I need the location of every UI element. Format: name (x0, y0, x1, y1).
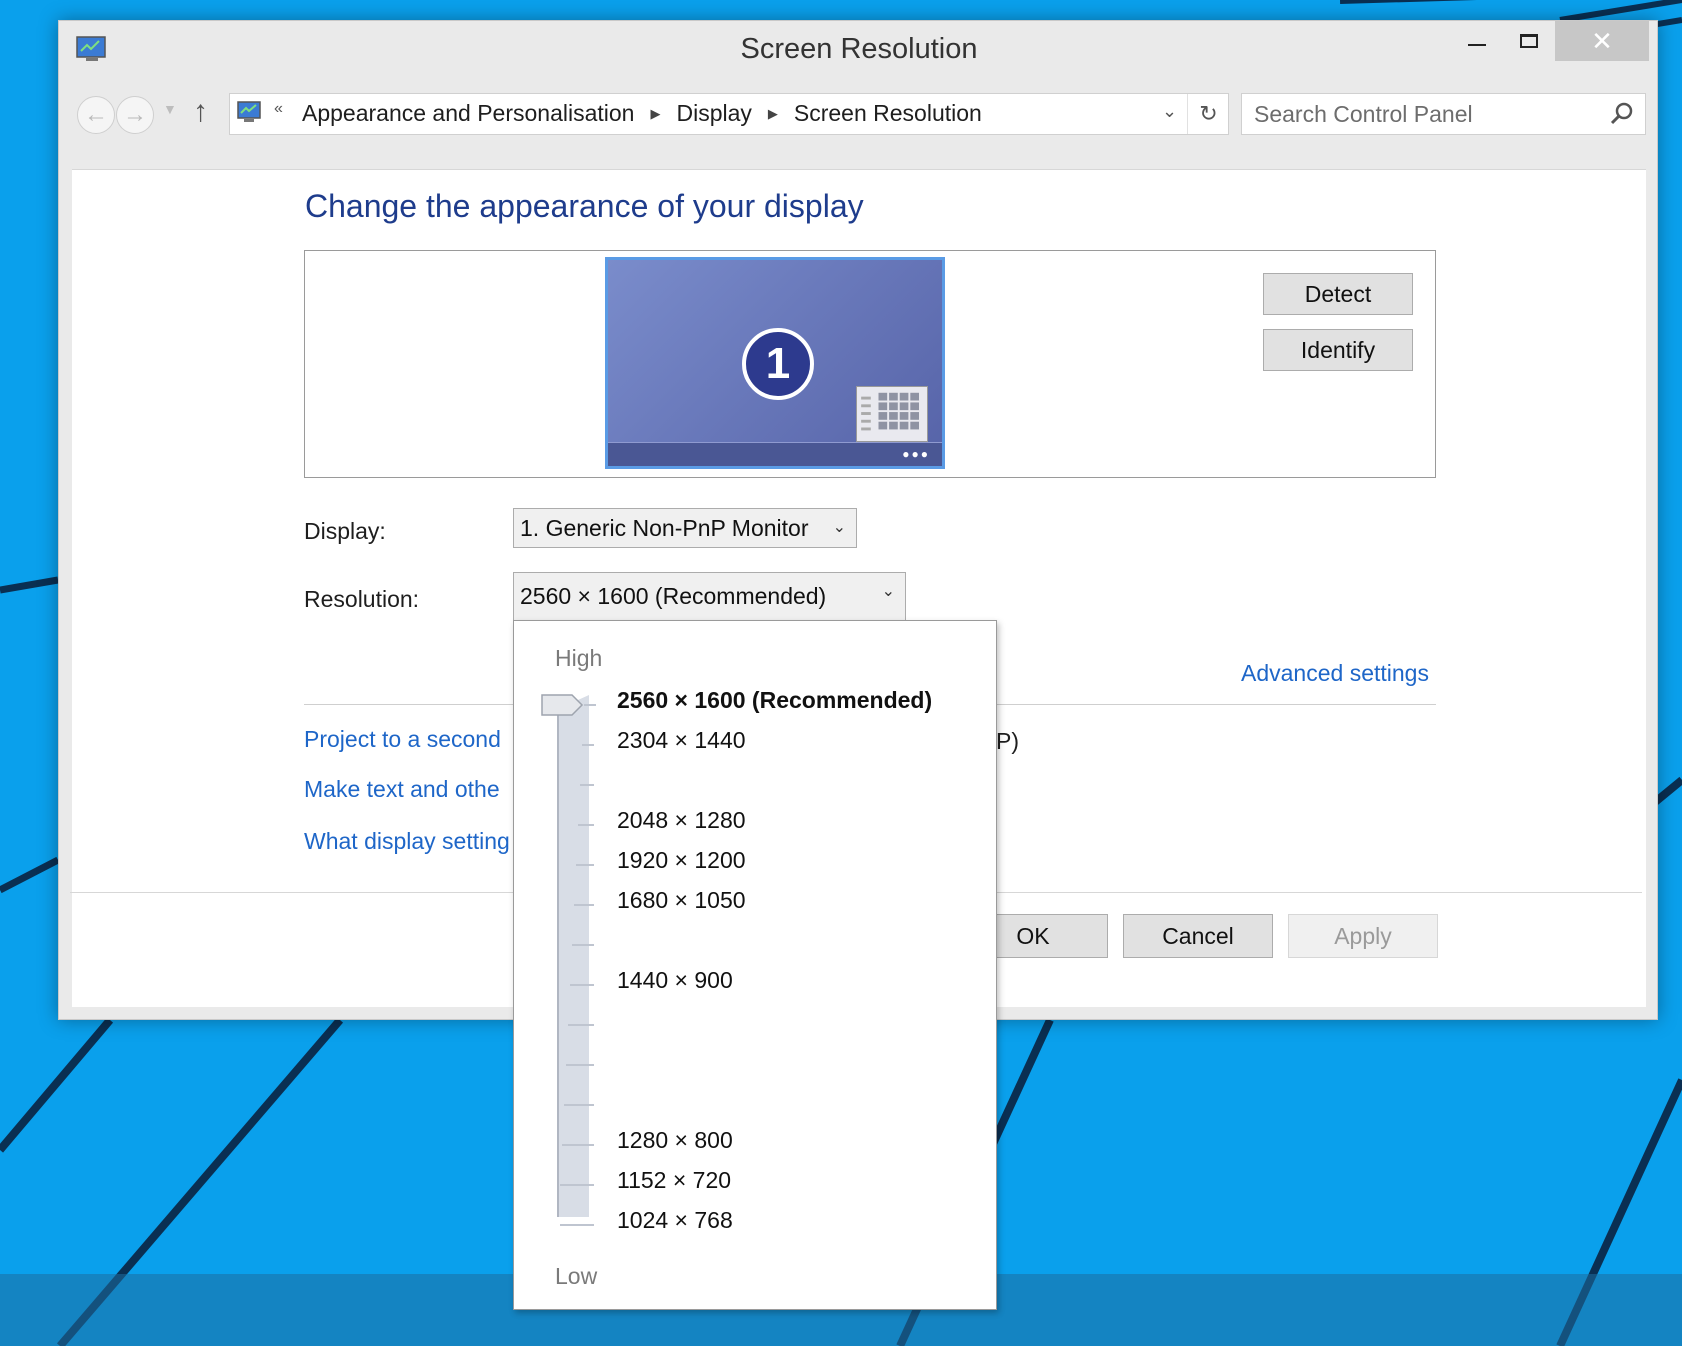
search-placeholder: Search Control Panel (1254, 101, 1473, 127)
address-bar[interactable]: « Appearance and Personalisation ▶ Displ… (229, 93, 1229, 135)
page-title: Change the appearance of your display (305, 188, 864, 224)
breadcrumb-separator-icon[interactable]: ▶ (768, 106, 778, 122)
close-icon: ✕ (1591, 25, 1613, 56)
project-second-screen-link[interactable]: Project to a second (304, 726, 501, 753)
minimize-button[interactable] (1451, 21, 1503, 61)
refresh-button[interactable]: ↻ (1187, 94, 1229, 134)
maximize-icon (1520, 34, 1538, 48)
breadcrumb-separator-icon[interactable]: ▶ (650, 106, 660, 122)
start-screen-icon (856, 386, 928, 442)
display-select-value: 1. Generic Non-PnP Monitor (520, 514, 809, 541)
title-bar: Screen Resolution ✕ (59, 21, 1659, 79)
display-arrangement-panel: 1 ●●● Detect Identify (304, 250, 1436, 478)
resolution-option[interactable]: 1680 × 1050 (617, 887, 746, 914)
breadcrumb: Appearance and Personalisation ▶ Display… (302, 100, 982, 127)
breadcrumb-display[interactable]: Display (676, 100, 751, 127)
slider-thumb (541, 694, 584, 716)
resolution-low-label: Low (555, 1263, 598, 1289)
resolution-select[interactable]: 2560 × 1600 (Recommended) ⌄ (513, 572, 906, 620)
refresh-icon: ↻ (1199, 101, 1218, 126)
resolution-option[interactable]: 1024 × 768 (617, 1207, 733, 1234)
monitor-number-badge: 1 (742, 328, 814, 400)
navigation-bar: ← → ▼ ↑ « Appearance and Personalisation… (59, 91, 1659, 147)
resolution-option[interactable]: 2304 × 1440 (617, 727, 746, 754)
window-title: Screen Resolution (740, 33, 978, 65)
forward-arrow-icon: → (123, 101, 147, 128)
cancel-button[interactable]: Cancel (1123, 914, 1273, 958)
make-text-larger-link[interactable]: Make text and othe (304, 776, 500, 803)
recent-locations-button[interactable]: ▼ (163, 101, 177, 117)
identify-button[interactable]: Identify (1263, 329, 1413, 371)
resolution-option[interactable]: 1920 × 1200 (617, 847, 746, 874)
back-button[interactable]: ← (77, 96, 115, 134)
close-button[interactable]: ✕ (1555, 21, 1649, 61)
forward-button[interactable]: → (116, 96, 154, 134)
resolution-dropdown: High 2560 × 1600 (Recommended) 2304 × 14… (513, 620, 997, 1310)
up-arrow-icon: ↑ (193, 95, 208, 128)
chevron-down-icon: ⌄ (881, 583, 895, 600)
detect-button[interactable]: Detect (1263, 273, 1413, 315)
chevron-down-icon: ⌄ (832, 519, 846, 536)
project-link-tail: P) (996, 728, 1019, 754)
resolution-option[interactable]: 1440 × 900 (617, 967, 733, 994)
resolution-select-value: 2560 × 1600 (Recommended) (520, 583, 827, 609)
search-input[interactable]: Search Control Panel (1241, 93, 1646, 135)
resolution-option[interactable]: 1152 × 720 (617, 1167, 731, 1194)
back-arrow-icon: ← (84, 101, 108, 128)
breadcrumb-appearance[interactable]: Appearance and Personalisation (302, 100, 634, 127)
address-dropdown-icon[interactable]: ⌄ (1162, 101, 1177, 122)
minimize-icon (1468, 44, 1486, 46)
monitor-thumbnail[interactable]: 1 ●●● (605, 257, 945, 469)
resolution-option[interactable]: 1280 × 800 (617, 1127, 733, 1154)
advanced-settings-link[interactable]: Advanced settings (1241, 660, 1429, 687)
apply-button[interactable]: Apply (1288, 914, 1438, 958)
monitor-taskbar: ●●● (608, 442, 942, 466)
resolution-option[interactable]: 2560 × 1600 (Recommended) (617, 687, 932, 714)
breadcrumb-screen-resolution[interactable]: Screen Resolution (794, 100, 982, 127)
resolution-option[interactable]: 2048 × 1280 (617, 807, 746, 834)
up-button[interactable]: ↑ (193, 95, 208, 129)
display-select[interactable]: 1. Generic Non-PnP Monitor ⌄ (513, 508, 857, 548)
what-display-settings-link[interactable]: What display setting (304, 828, 510, 855)
ellipsis-icon: ●●● (902, 447, 930, 461)
control-panel-icon (237, 101, 261, 122)
overflow-chevron-icon[interactable]: « (274, 100, 283, 118)
resolution-label: Resolution: (304, 586, 420, 612)
search-icon[interactable] (1609, 101, 1635, 127)
display-label: Display: (304, 518, 386, 544)
resolution-slider[interactable] (514, 621, 998, 1311)
maximize-button[interactable] (1503, 21, 1555, 61)
